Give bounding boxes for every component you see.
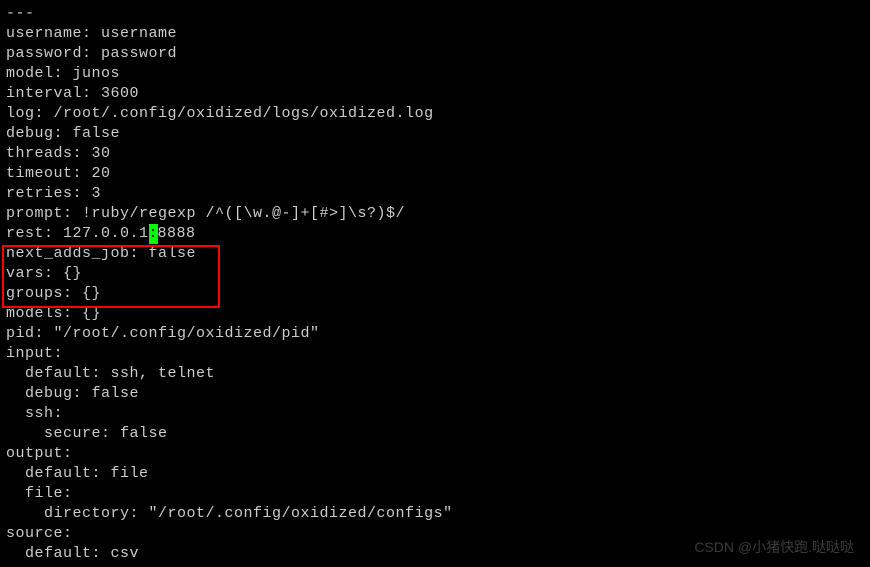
config-line-threads: threads: 30 (6, 144, 864, 164)
config-line-username: username: username (6, 24, 864, 44)
config-line-timeout: timeout: 20 (6, 164, 864, 184)
config-line-next-adds-job: next_adds_job: false (6, 244, 864, 264)
config-line-interval: interval: 3600 (6, 84, 864, 104)
config-line-output-default: default: file (6, 464, 864, 484)
csdn-watermark: CSDN @小猪快跑.哒哒哒 (694, 537, 854, 557)
config-line-output: output: (6, 444, 864, 464)
rest-before-cursor: rest: 127.0.0.1 (6, 225, 149, 242)
config-line-prompt: prompt: !ruby/regexp /^([\w.@-]+[#>]\s?)… (6, 204, 864, 224)
config-line-password: password: password (6, 44, 864, 64)
config-line-input-debug: debug: false (6, 384, 864, 404)
config-line-vars: vars: {} (6, 264, 864, 284)
config-line-input: input: (6, 344, 864, 364)
config-line-output-file: file: (6, 484, 864, 504)
config-line-models: models: {} (6, 304, 864, 324)
config-line-debug: debug: false (6, 124, 864, 144)
config-line-dashes: --- (6, 4, 864, 24)
config-line-groups: groups: {} (6, 284, 864, 304)
config-line-pid: pid: "/root/.config/oxidized/pid" (6, 324, 864, 344)
terminal-cursor[interactable]: : (149, 224, 158, 244)
config-line-log: log: /root/.config/oxidized/logs/oxidize… (6, 104, 864, 124)
config-line-input-default: default: ssh, telnet (6, 364, 864, 384)
rest-after-cursor: 8888 (158, 225, 196, 242)
config-line-retries: retries: 3 (6, 184, 864, 204)
config-line-rest[interactable]: rest: 127.0.0.1:8888 (6, 224, 864, 244)
config-line-output-directory: directory: "/root/.config/oxidized/confi… (6, 504, 864, 524)
config-line-input-ssh: ssh: (6, 404, 864, 424)
config-line-model: model: junos (6, 64, 864, 84)
config-line-input-secure: secure: false (6, 424, 864, 444)
